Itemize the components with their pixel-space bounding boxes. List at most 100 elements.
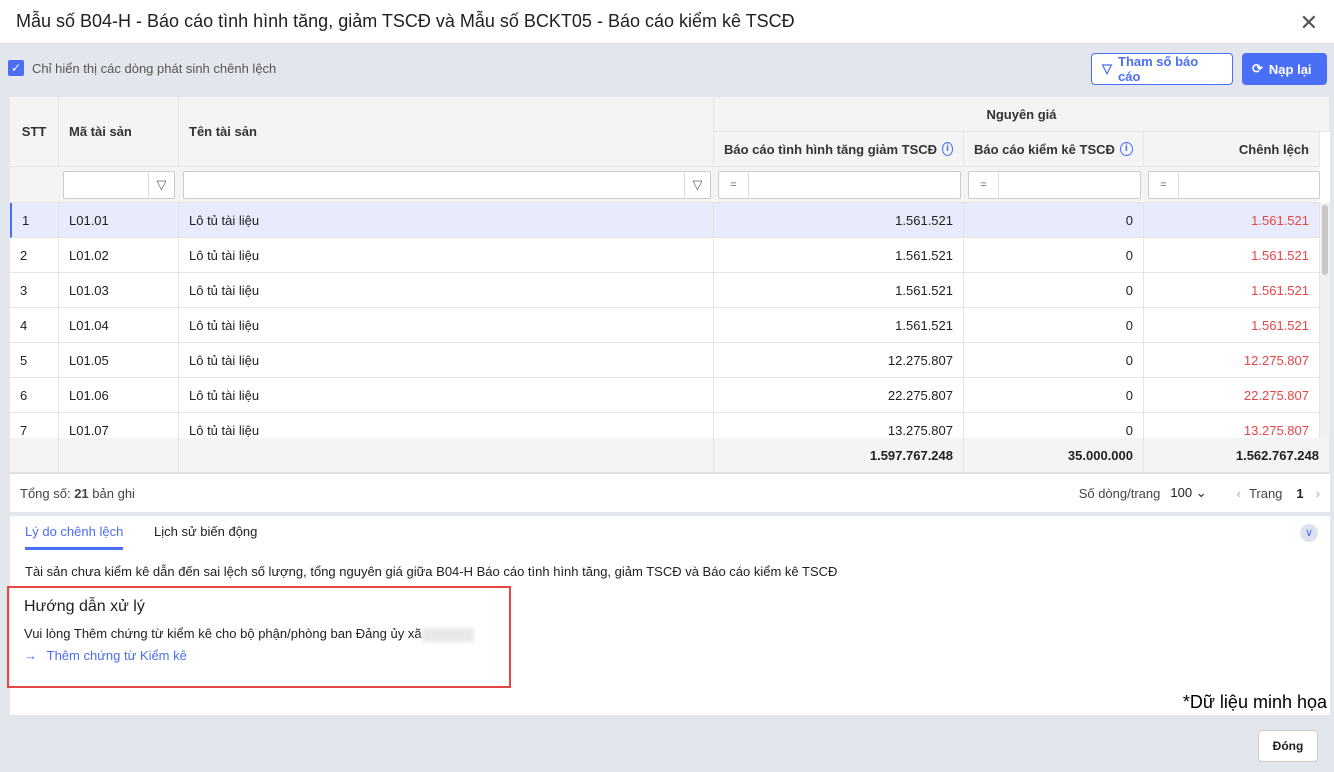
row-name: Lô tủ tài liệu xyxy=(179,273,714,308)
row-stt: 5 xyxy=(10,343,59,378)
row-report: 1.561.521 xyxy=(714,238,964,273)
collapse-chevron-icon[interactable]: ∨ xyxy=(1300,524,1318,542)
guide-box: Hướng dẫn xử lý Vui lòng Thêm chứng từ k… xyxy=(7,586,511,688)
report-filter-input[interactable]: = xyxy=(718,171,961,199)
header-code: Mã tài sản xyxy=(59,97,179,167)
guide-text: Vui lòng Thêm chứng từ kiểm kê cho bộ ph… xyxy=(24,626,474,642)
row-stt: 3 xyxy=(10,273,59,308)
filter-checkbox[interactable]: ✓ Chỉ hiển thị các dòng phát sinh chênh … xyxy=(8,60,276,76)
row-name: Lô tủ tài liệu xyxy=(179,343,714,378)
add-inventory-link[interactable]: → Thêm chứng từ Kiểm kê xyxy=(24,648,187,663)
watermark: *Dữ liệu minh họa xyxy=(1182,692,1327,712)
asset-table: STT Mã tài sản Tên tài sản Nguyên giá Bá… xyxy=(10,97,1330,473)
dialog-footer: Đóng xyxy=(0,715,1334,772)
dialog-title: Mẫu số B04-H - Báo cáo tình hình tăng, g… xyxy=(16,11,795,31)
current-page: 1 xyxy=(1296,485,1304,501)
report-params-button[interactable]: ▽ Tham số báo cáo xyxy=(1091,53,1233,85)
row-name: Lô tủ tài liệu xyxy=(179,308,714,343)
row-report: 12.275.807 xyxy=(714,343,964,378)
tab-history[interactable]: Lịch sử biến động xyxy=(154,524,257,550)
info-icon[interactable]: i xyxy=(942,142,953,156)
code-filter-input[interactable]: ▽ xyxy=(63,171,175,199)
row-name: Lô tủ tài liệu xyxy=(179,238,714,273)
row-diff: 1.561.521 xyxy=(1144,273,1320,308)
row-stt: 2 xyxy=(10,238,59,273)
reload-label: Nạp lại xyxy=(1268,61,1312,77)
row-report: 1.561.521 xyxy=(714,273,964,308)
row-code: L01.06 xyxy=(59,378,179,413)
table-footer: Tổng số: 21 bản ghi Số dòng/trang 100 ⌄ … xyxy=(10,473,1330,512)
name-filter-input[interactable]: ▽ xyxy=(183,171,711,199)
report-params-label: Tham số báo cáo xyxy=(1118,54,1199,84)
header-name: Tên tài sản xyxy=(179,97,714,167)
blurred-text xyxy=(421,627,474,642)
equals-operator[interactable]: = xyxy=(719,172,749,198)
next-page-icon[interactable]: › xyxy=(1316,486,1320,501)
row-code: L01.01 xyxy=(59,203,179,238)
header-report-label: Báo cáo tình hình tăng giảm TSCĐ xyxy=(724,141,938,157)
row-code: L01.03 xyxy=(59,273,179,308)
header-stt: STT xyxy=(10,97,59,167)
scrollbar-thumb[interactable] xyxy=(1322,205,1328,275)
row-diff: 22.275.807 xyxy=(1144,378,1320,413)
checkbox-checked-icon[interactable]: ✓ xyxy=(8,60,24,76)
row-stt: 6 xyxy=(10,378,59,413)
dialog-body: ✓ Chỉ hiển thị các dòng phát sinh chênh … xyxy=(0,44,1334,715)
refresh-icon: ⟳ xyxy=(1252,61,1263,76)
total-cell xyxy=(59,438,179,473)
row-stt: 4 xyxy=(10,308,59,343)
row-inventory: 0 xyxy=(964,378,1144,413)
row-diff: 12.275.807 xyxy=(1144,343,1320,378)
header-inventory: Báo cáo kiểm kê TSCĐ i xyxy=(964,132,1144,167)
total-cell xyxy=(10,438,59,473)
row-inventory: 0 xyxy=(964,238,1144,273)
inventory-filter-input[interactable]: = xyxy=(968,171,1141,199)
page-label: Trang xyxy=(1248,485,1283,501)
header-diff: Chênh lệch xyxy=(1144,132,1320,167)
row-inventory: 0 xyxy=(964,343,1144,378)
row-inventory: 0 xyxy=(964,203,1144,238)
total-records: Tổng số: 21 bản ghi xyxy=(20,485,135,501)
total-cell xyxy=(179,438,714,473)
row-report: 1.561.521 xyxy=(714,203,964,238)
checkbox-label: Chỉ hiển thị các dòng phát sinh chênh lệ… xyxy=(32,60,277,76)
filter-icon: ▽ xyxy=(1102,61,1112,76)
tab-reason[interactable]: Lý do chênh lệch xyxy=(25,524,124,550)
row-code: L01.05 xyxy=(59,343,179,378)
reason-text: Tài sản chưa kiểm kê dẫn đến sai lệch số… xyxy=(25,564,838,579)
row-name: Lô tủ tài liệu xyxy=(179,378,714,413)
dialog-titlebar: Mẫu số B04-H - Báo cáo tình hình tăng, g… xyxy=(0,0,1334,44)
equals-operator[interactable]: = xyxy=(969,172,999,198)
scrollbar[interactable] xyxy=(1320,203,1330,438)
reload-button[interactable]: ⟳ Nạp lại xyxy=(1242,53,1327,85)
filter-icon[interactable]: ▽ xyxy=(148,172,174,198)
row-diff: 1.561.521 xyxy=(1144,203,1320,238)
total-report: 1.597.767.248 xyxy=(714,438,964,473)
row-name: Lô tủ tài liệu xyxy=(179,203,714,238)
header-report: Báo cáo tình hình tăng giảm TSCĐ i xyxy=(714,132,964,167)
close-button[interactable]: Đóng xyxy=(1258,730,1318,762)
row-inventory: 0 xyxy=(964,308,1144,343)
row-diff: 1.561.521 xyxy=(1144,238,1320,273)
close-icon[interactable]: ✕ xyxy=(1300,10,1318,36)
row-report: 22.275.807 xyxy=(714,378,964,413)
filter-icon[interactable]: ▽ xyxy=(684,172,710,198)
prev-page-icon[interactable]: ‹ xyxy=(1237,486,1241,501)
arrow-right-icon: → xyxy=(24,648,37,663)
page-size-select[interactable]: 100 ⌄ xyxy=(1170,485,1206,501)
info-icon[interactable]: i xyxy=(1119,142,1133,156)
row-diff: 1.561.521 xyxy=(1144,308,1320,343)
header-original-cost: Nguyên giá xyxy=(714,97,1330,132)
page-size-label: Số dòng/trang xyxy=(1078,485,1161,501)
guide-title: Hướng dẫn xử lý xyxy=(24,598,145,615)
row-stt: 1 xyxy=(10,203,59,238)
diff-filter-input[interactable]: = xyxy=(1148,171,1320,199)
equals-operator[interactable]: = xyxy=(1149,172,1179,198)
row-code: L01.02 xyxy=(59,238,179,273)
row-report: 1.561.521 xyxy=(714,308,964,343)
total-diff: 1.562.767.248 xyxy=(1144,438,1330,473)
detail-panel: Lý do chênh lệch Lịch sử biến động ∨ Tài… xyxy=(7,516,1330,715)
total-inventory: 35.000.000 xyxy=(964,438,1144,473)
row-code: L01.04 xyxy=(59,308,179,343)
header-inventory-label: Báo cáo kiểm kê TSCĐ xyxy=(974,141,1115,157)
